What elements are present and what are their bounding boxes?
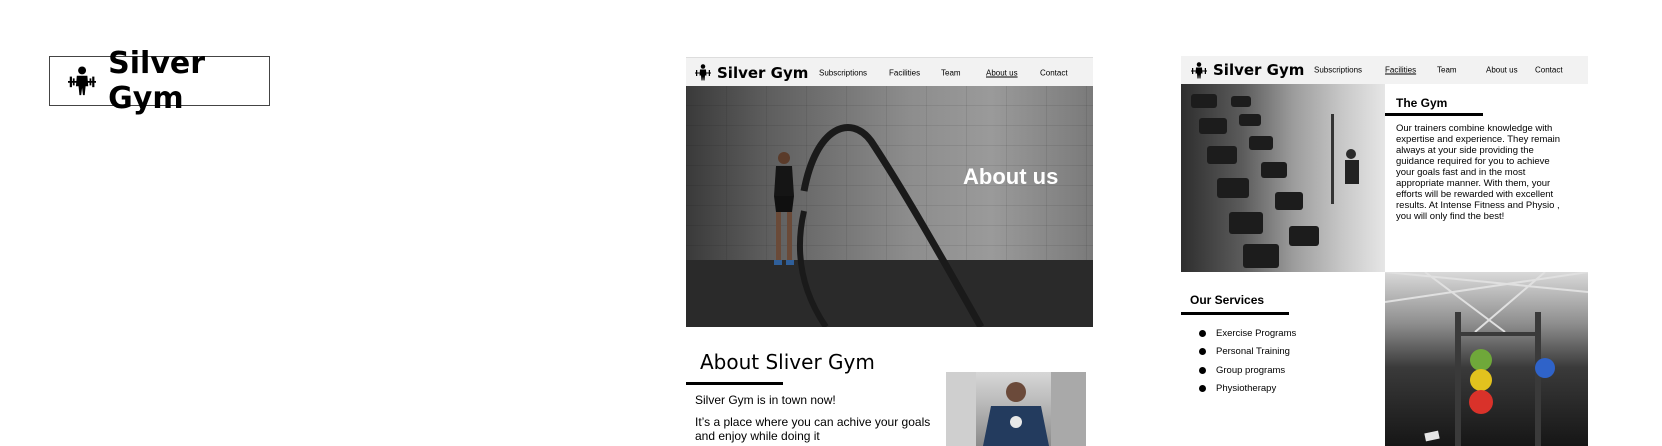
- nav-contact[interactable]: Contact: [1040, 68, 1068, 77]
- nav-contact[interactable]: Contact: [1535, 66, 1563, 75]
- bullet-icon: [1199, 384, 1206, 392]
- nav-subscriptions[interactable]: Subscriptions: [1314, 66, 1362, 75]
- nav-subscriptions[interactable]: Subscriptions: [819, 68, 867, 77]
- list-item: Personal Training: [1196, 343, 1296, 361]
- nav-about-us[interactable]: About us: [1486, 66, 1518, 75]
- nav-team[interactable]: Team: [1437, 66, 1457, 75]
- about-paragraph-2: It’s a place where you can achive your g…: [695, 415, 931, 443]
- navbar-brand[interactable]: Silver Gym: [1191, 61, 1304, 79]
- gym-heading: The Gym: [1396, 96, 1448, 110]
- hero-title: About us: [963, 164, 1059, 189]
- nav-team[interactable]: Team: [941, 68, 961, 77]
- navbar-brand-text: Silver Gym: [1213, 61, 1305, 79]
- nav-about-us[interactable]: About us: [986, 68, 1018, 77]
- battle-rope: [796, 124, 985, 327]
- logo-box: Silver Gym: [49, 46, 270, 116]
- logo-text: Silver Gym: [108, 46, 206, 116]
- athlete-figure: [774, 152, 794, 265]
- heading-underline: [1181, 312, 1289, 315]
- service-label: Physiotherapy: [1216, 382, 1277, 394]
- heading-underline: [1385, 113, 1483, 116]
- heading-underline: [686, 382, 783, 385]
- about-page-navbar: Silver Gym Subscriptions Facilities Team…: [686, 57, 1093, 87]
- about-heading: About Sliver Gym: [700, 350, 875, 374]
- about-paragraph-1: Silver Gym is in town now!: [695, 393, 836, 407]
- weightlifter-icon: [68, 66, 97, 96]
- navbar-brand[interactable]: Silver Gym: [695, 64, 808, 82]
- service-label: Group programs: [1216, 364, 1286, 376]
- hero-image: About us: [686, 86, 1093, 327]
- trainer-photo: [946, 372, 1086, 446]
- service-label: Exercise Programs: [1216, 328, 1297, 339]
- weightlifter-icon: [1191, 61, 1207, 78]
- bullet-icon: [1199, 366, 1206, 374]
- services-list: Exercise Programs Personal Training Grou…: [1196, 325, 1296, 398]
- nav-facilities[interactable]: Facilities: [889, 68, 920, 77]
- bullet-icon: [1199, 330, 1206, 337]
- nav-facilities[interactable]: Facilities: [1385, 66, 1416, 75]
- squat-rack-plates-photo: [1385, 272, 1588, 446]
- weightlifter-icon: [695, 64, 711, 81]
- dumbbell-rack-photo: [1181, 84, 1385, 272]
- list-item: Group programs: [1196, 362, 1296, 380]
- facilities-page-navbar: Silver Gym Subscriptions Facilities Team…: [1181, 56, 1588, 84]
- services-heading: Our Services: [1190, 293, 1265, 307]
- navbar-brand-text: Silver Gym: [717, 63, 809, 82]
- list-item: Physiotherapy: [1196, 380, 1296, 398]
- service-label: Personal Training: [1216, 346, 1290, 358]
- list-item: Exercise Programs: [1196, 325, 1296, 343]
- gym-description: Our trainers combine knowledge with expe…: [1396, 123, 1561, 222]
- bullet-icon: [1199, 348, 1206, 356]
